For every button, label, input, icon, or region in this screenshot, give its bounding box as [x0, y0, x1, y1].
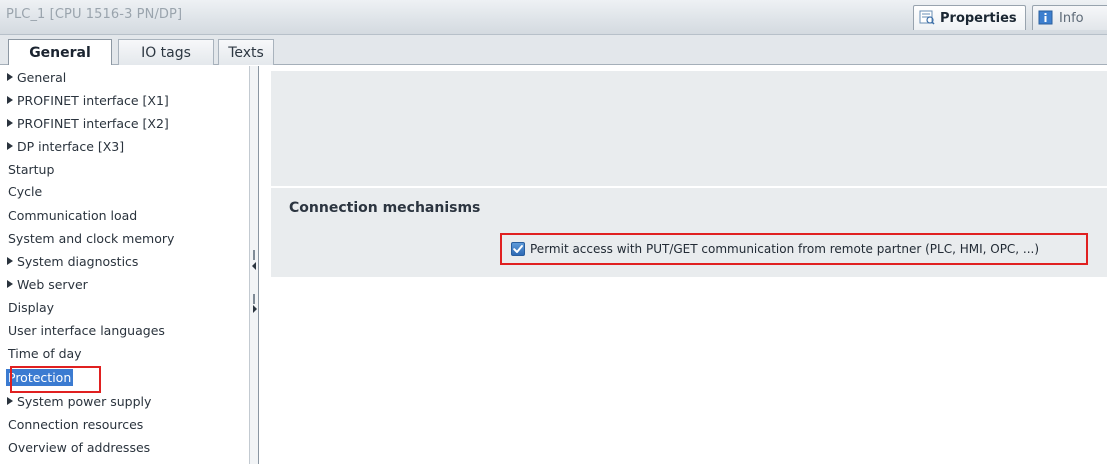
nav-item-startup[interactable]: Startup: [0, 159, 248, 181]
nav-item-label: Connection resources: [8, 417, 144, 432]
expand-arrow-icon[interactable]: [7, 397, 13, 405]
tab-properties-label: Properties: [940, 10, 1017, 26]
permit-access-highlight-box: Permit access with PUT/GET communication…: [500, 233, 1088, 265]
nav-item-profinet-x2[interactable]: PROFINET interface [X2]: [0, 113, 248, 135]
permit-access-checkbox[interactable]: [511, 242, 525, 256]
nav-item-label: DP interface [X3]: [17, 139, 125, 154]
nav-item-label: PROFINET interface [X2]: [17, 116, 169, 131]
expand-arrow-icon[interactable]: [7, 119, 13, 127]
expand-arrow-icon[interactable]: [7, 96, 13, 104]
title-bar: PLC_1 [CPU 1516-3 PN/DP] Properties Info: [0, 0, 1107, 35]
nav-item-system-power-supply[interactable]: System power supply: [0, 391, 248, 413]
nav-item-label: System and clock memory: [8, 231, 175, 246]
tab-properties[interactable]: Properties: [913, 5, 1026, 30]
nav-item-label: Display: [8, 300, 55, 315]
tab-texts[interactable]: Texts: [218, 39, 274, 65]
nav-item-profinet-x1[interactable]: PROFINET interface [X1]: [0, 90, 248, 112]
expand-arrow-icon[interactable]: [7, 257, 13, 265]
navigation-tree: General PROFINET interface [X1] PROFINET…: [0, 66, 248, 464]
content-header-area: [271, 71, 1107, 186]
pane-splitter[interactable]: [249, 66, 259, 464]
section-title: Connection mechanisms: [289, 200, 481, 216]
nav-item-user-interface-languages[interactable]: User interface languages: [0, 320, 248, 342]
expand-right-arrow-icon[interactable]: [253, 305, 257, 313]
nav-item-dp-interface[interactable]: DP interface [X3]: [0, 136, 248, 158]
sub-tab-bar: General IO tags Texts: [0, 35, 1107, 65]
nav-item-label: Communication load: [8, 208, 138, 223]
checkmark-icon: [513, 245, 523, 253]
nav-item-communication-load[interactable]: Communication load: [0, 205, 248, 227]
collapse-left-arrow-icon[interactable]: [252, 262, 256, 270]
tab-general[interactable]: General: [8, 39, 112, 65]
nav-item-connection-resources[interactable]: Connection resources: [0, 414, 248, 436]
splitter-grip: [253, 294, 255, 304]
expand-arrow-icon[interactable]: [7, 280, 13, 288]
nav-item-system-diagnostics[interactable]: System diagnostics: [0, 251, 248, 273]
nav-item-label: System diagnostics: [17, 254, 139, 269]
nav-item-label: PROFINET interface [X1]: [17, 93, 169, 108]
protection-highlight-box: [10, 366, 101, 393]
nav-item-system-clock-memory[interactable]: System and clock memory: [0, 228, 248, 250]
nav-item-label: Startup: [8, 162, 55, 177]
expand-arrow-icon[interactable]: [7, 142, 13, 150]
nav-item-label: User interface languages: [8, 323, 165, 338]
nav-item-label: Time of day: [8, 346, 82, 361]
tab-info-label: Info: [1059, 10, 1084, 26]
nav-item-display[interactable]: Display: [0, 297, 248, 319]
expand-arrow-icon[interactable]: [7, 73, 13, 81]
tab-io-tags[interactable]: IO tags: [118, 39, 214, 65]
nav-item-general[interactable]: General: [0, 67, 248, 89]
nav-item-label: General: [17, 70, 67, 85]
nav-item-time-of-day[interactable]: Time of day: [0, 343, 248, 365]
nav-item-overview-of-addresses[interactable]: Overview of addresses: [0, 437, 248, 459]
nav-item-label: Overview of addresses: [8, 440, 151, 455]
tab-info[interactable]: Info: [1032, 5, 1107, 30]
nav-item-web-server[interactable]: Web server: [0, 274, 248, 296]
properties-icon: [919, 10, 935, 25]
nav-item-cycle[interactable]: Cycle: [0, 181, 248, 203]
nav-item-label: System power supply: [17, 394, 152, 409]
nav-item-label: Cycle: [8, 184, 43, 199]
permit-access-label[interactable]: Permit access with PUT/GET communication…: [530, 242, 1039, 256]
nav-item-label: Web server: [17, 277, 88, 292]
tia-portal-properties-window: PLC_1 [CPU 1516-3 PN/DP] Properties Info…: [0, 0, 1107, 464]
info-icon: [1038, 10, 1054, 25]
window-title: PLC_1 [CPU 1516-3 PN/DP]: [6, 7, 183, 22]
splitter-grip: [253, 250, 255, 260]
content-panel: Connection mechanisms Permit access with…: [260, 66, 1107, 464]
connection-mechanisms-section: Connection mechanisms Permit access with…: [271, 188, 1107, 277]
